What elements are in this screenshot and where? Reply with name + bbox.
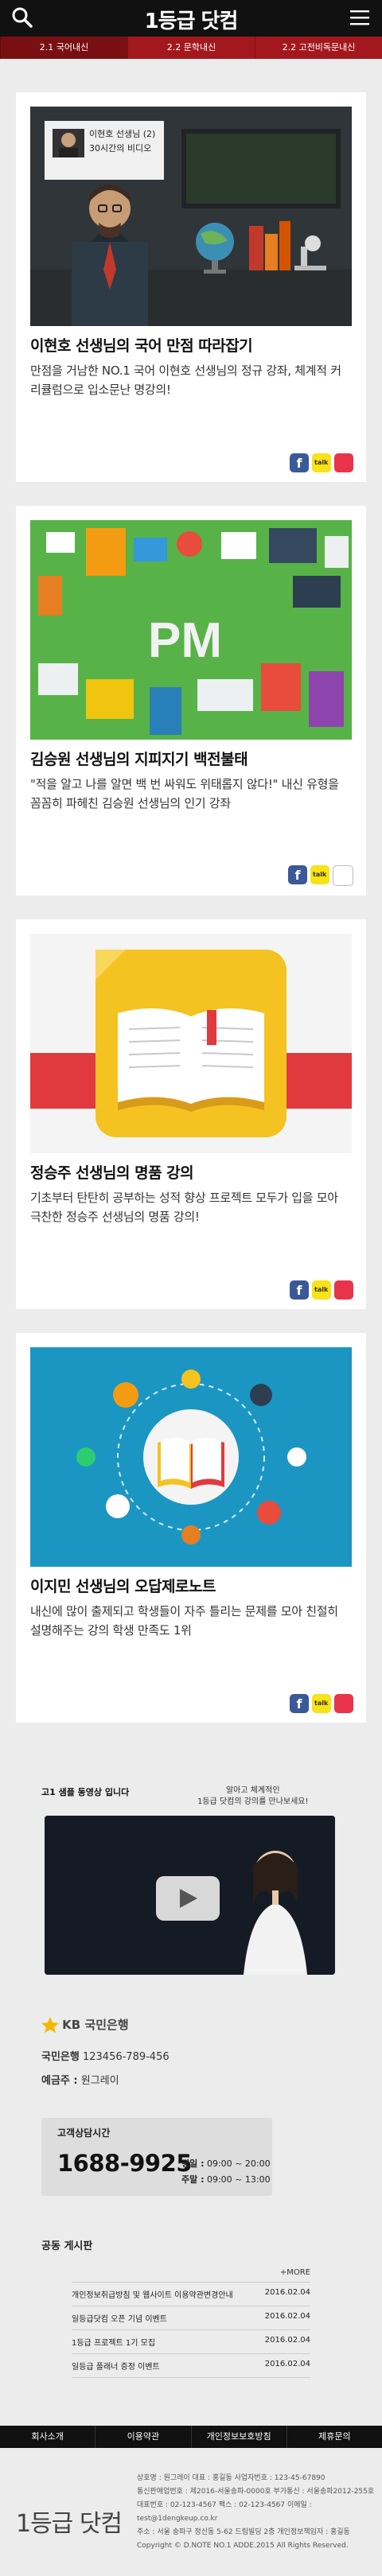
kakaotalk-share-icon[interactable] xyxy=(312,1280,331,1300)
kakaotalk-share-icon[interactable] xyxy=(312,453,331,472)
course-description: "적을 알고 나를 알면 백 번 싸워도 위태롭지 않다!" 내신 유형을 꼼꼼… xyxy=(30,777,339,810)
board-row[interactable]: 개인정보취급방침 및 웹사이트 이용약관변경안내 2016.02.04 xyxy=(72,2282,310,2306)
thumbnail-letters: PM xyxy=(148,613,222,668)
course-description: 기초부터 탄탄히 공부하는 성적 향상 프로젝트 모두가 입을 모아 극찬한 정… xyxy=(30,1191,338,1224)
sample-video-title: 고1 샘플 동영상 입니다 xyxy=(41,1787,130,1797)
facebook-share-icon[interactable]: f xyxy=(288,865,307,884)
bank-holder: 예금주 : 원그레이 xyxy=(41,2075,119,2087)
footer-link-partnership[interactable]: 제휴문의 xyxy=(286,2426,382,2448)
course-card[interactable]: 정승주 선생님의 명품 강의 기초부터 탄탄히 공부하는 성적 향상 프로젝트 … xyxy=(16,919,366,1309)
hamburger-menu-icon[interactable] xyxy=(349,8,371,27)
course-thumbnail[interactable]: PM xyxy=(30,520,352,740)
footer: 1등급 닷컴 상호명 : 원그레이 대표 : 홍길동 사업자번호 : 123-4… xyxy=(0,2448,382,2576)
kb-star-icon xyxy=(41,2016,59,2033)
sample-video-player[interactable] xyxy=(45,1816,335,1975)
bank-account: 국민은행 123456-789-456 xyxy=(41,2051,170,2063)
heart-icon[interactable] xyxy=(333,865,353,886)
facebook-share-icon[interactable]: f xyxy=(290,453,309,472)
footer-company-info: 상호명 : 원그레이 대표 : 홍길동 사업자번호 : 123-45-67890… xyxy=(137,2474,375,2550)
facebook-share-icon[interactable]: f xyxy=(290,1694,309,1713)
course-title[interactable]: 김승원 선생님의 지피지기 백전불태 xyxy=(30,748,248,769)
share-buttons: f xyxy=(290,1694,353,1713)
footer-link-company[interactable]: 회사소개 xyxy=(0,2426,95,2448)
category-tabs: 2.1 국어내신 2.2 문학내신 2.2 고전비독문내신 xyxy=(0,37,382,59)
app-header: 1등급 닷컴 xyxy=(0,0,382,37)
bank-logo: KB 국민은행 xyxy=(41,2016,344,2033)
share-buttons: f xyxy=(288,865,353,886)
course-title[interactable]: 정승주 선생님의 명품 강의 xyxy=(30,1161,194,1183)
course-title[interactable]: 이지민 선생님의 오답제로노트 xyxy=(30,1575,216,1596)
board-more-link[interactable]: +MORE xyxy=(72,2267,310,2282)
site-logo[interactable]: 1등급 닷컴 xyxy=(0,5,382,34)
footer-link-privacy[interactable]: 개인정보보호방침 xyxy=(190,2426,286,2448)
heart-icon[interactable] xyxy=(334,1280,353,1300)
board-row[interactable]: 1등급 프로젝트 1기 모집 2016.02.04 xyxy=(72,2329,310,2353)
footer-logo: 1등급 닷컴 xyxy=(16,2510,123,2538)
cs-hours: 평일 : 09:00 ~ 20:00 주말 : 09:00 ~ 13:00 xyxy=(181,2158,271,2185)
share-buttons: f xyxy=(290,453,353,472)
kakaotalk-share-icon[interactable] xyxy=(310,865,329,884)
heart-icon[interactable] xyxy=(334,1694,353,1713)
cs-phone[interactable]: 1688-9925 xyxy=(57,2150,192,2177)
board-title: 공동 게시판 xyxy=(41,2240,93,2252)
kakaotalk-share-icon[interactable] xyxy=(312,1694,331,1713)
heart-icon[interactable] xyxy=(334,453,353,472)
tab-classic-reading-school[interactable]: 2.2 고전비독문내신 xyxy=(255,37,382,59)
board-row[interactable]: 일등급 플래너 증정 이벤트 2016.02.04 xyxy=(72,2353,310,2378)
course-description: 내신에 많이 출제되고 학생들이 자주 틀리는 문제를 모아 친절히 설명해주는… xyxy=(30,1604,338,1638)
course-thumbnail[interactable]: 이현호 선생님 (2) 30시간의 비디오 xyxy=(30,107,352,326)
notice-board: +MORE 개인정보취급방침 및 웹사이트 이용약관변경안내 2016.02.04… xyxy=(72,2267,310,2378)
sample-video-subtitle: 알아고 체계적인 1등급 닷컴의 강의를 만나보세요! xyxy=(197,1786,309,1806)
course-title[interactable]: 이현호 선생님의 국어 만점 따라잡기 xyxy=(30,334,253,356)
customer-service-box: 고객상담시간 1688-9925 평일 : 09:00 ~ 20:00 주말 :… xyxy=(41,2118,272,2196)
course-card[interactable]: 이현호 선생님 (2) 30시간의 비디오 이현호 선생님의 국어 만점 따라잡… xyxy=(16,92,366,482)
footer-link-terms[interactable]: 이용약관 xyxy=(95,2426,190,2448)
thumbnail-caption: 이현호 선생님 (2) 30시간의 비디오 xyxy=(89,129,156,153)
course-thumbnail[interactable] xyxy=(30,1347,352,1567)
tab-literature-school[interactable]: 2.2 문학내신 xyxy=(127,37,255,59)
course-thumbnail[interactable] xyxy=(30,934,352,1153)
course-card[interactable]: 이지민 선생님의 오답제로노트 내신에 많이 출제되고 학생들이 자주 틀리는 … xyxy=(16,1333,366,1723)
course-card[interactable]: PM 김승원 선생님의 지피지기 백전불태 "적을 알고 나를 알면 백 번 싸… xyxy=(16,506,366,896)
share-buttons: f xyxy=(290,1280,353,1300)
footer-nav: 회사소개 이용약관 개인정보보호방침 제휴문의 xyxy=(0,2426,382,2448)
facebook-share-icon[interactable]: f xyxy=(290,1280,309,1300)
cs-title: 고객상담시간 xyxy=(57,2127,111,2139)
course-description: 만점을 거남한 NO.1 국어 이현호 선생님의 정규 강좌, 체계적 커리큘럼… xyxy=(30,363,341,397)
tab-korean-school[interactable]: 2.1 국어내신 xyxy=(0,37,127,59)
board-row[interactable]: 일등급닷컴 오픈 기념 이벤트 2016.02.04 xyxy=(72,2306,310,2329)
